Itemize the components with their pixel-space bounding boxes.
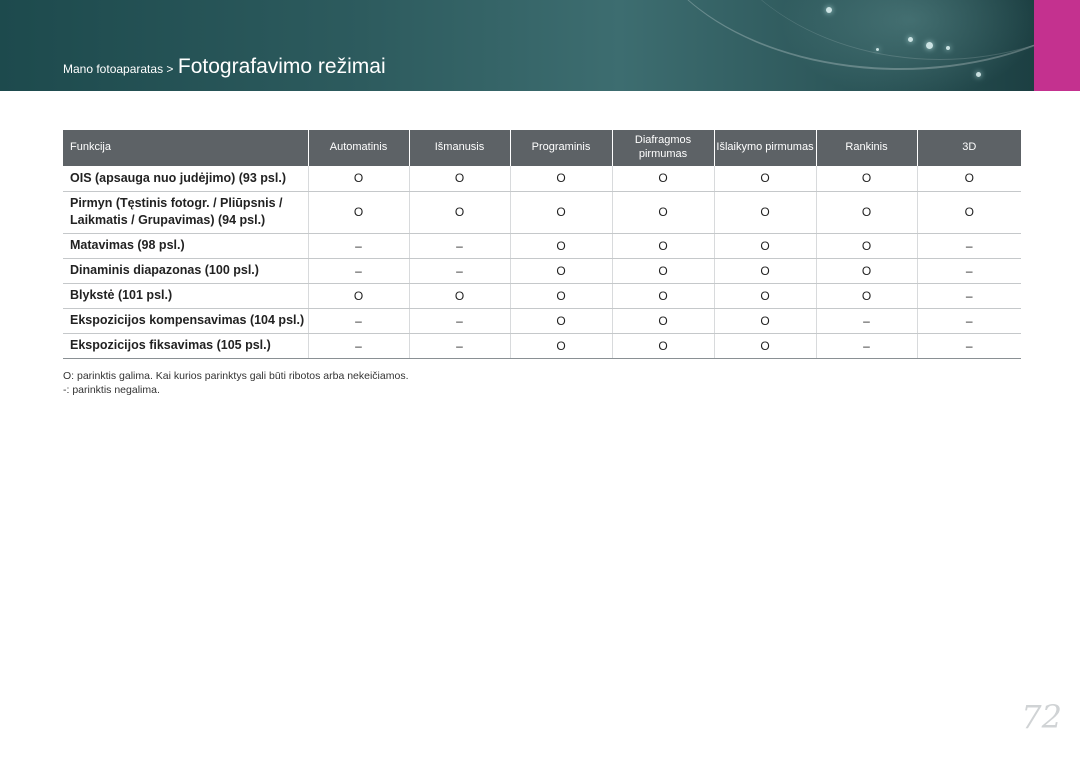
table-cell: O <box>611 191 714 234</box>
table-cell: O <box>408 283 510 309</box>
function-name: OIS (apsauga nuo judėjimo) (93 psl.) <box>63 166 308 192</box>
table-cell: O <box>916 191 1021 234</box>
col-header-rankinis: Rankinis <box>815 130 917 166</box>
table-cell: O <box>509 166 612 192</box>
page-title: Fotografavimo režimai <box>177 55 386 78</box>
table-cell: – <box>408 308 510 334</box>
shooting-modes-table: Funkcija Automatinis Išmanusis Programin… <box>63 130 1021 359</box>
table-cell: O <box>509 333 612 359</box>
col-header-ismanusis: Išmanusis <box>408 130 510 166</box>
table-cell: O <box>611 308 714 334</box>
table-row: Ekspozicijos fiksavimas (105 psl.) – – O… <box>63 333 1021 359</box>
col-header-automatinis: Automatinis <box>307 130 409 166</box>
table-cell: – <box>916 333 1021 359</box>
table-cell: O <box>713 166 816 192</box>
table-cell: O <box>509 258 612 284</box>
table-cell: – <box>408 233 510 259</box>
function-name: Blykstė (101 psl.) <box>63 283 308 309</box>
sparkle-dot <box>976 72 981 77</box>
table-cell: O <box>408 166 510 192</box>
table-cell: O <box>611 166 714 192</box>
table-cell: – <box>815 308 917 334</box>
table-cell: – <box>916 283 1021 309</box>
table-cell: – <box>307 333 409 359</box>
col-header-programinis: Programinis <box>509 130 612 166</box>
table-row: Dinaminis diapazonas (100 psl.) – – O O … <box>63 258 1021 284</box>
table-cell: O <box>611 258 714 284</box>
table-cell: O <box>916 166 1021 192</box>
col-header-diafragmos: Diafragmos pirmumas <box>611 130 714 166</box>
table-cell: O <box>611 233 714 259</box>
page-header-banner: Mano fotoaparatas > Fotografavimo režima… <box>0 0 1034 91</box>
table-cell: O <box>509 283 612 309</box>
sparkle-dot <box>826 7 832 13</box>
table-cell: – <box>307 233 409 259</box>
table-cell: O <box>815 283 917 309</box>
table-footnotes: O: parinktis galima. Kai kurios parinkty… <box>63 369 409 397</box>
chapter-accent-tab <box>1034 0 1080 91</box>
table-cell: – <box>815 333 917 359</box>
table-row: OIS (apsauga nuo judėjimo) (93 psl.) O O… <box>63 166 1021 192</box>
col-header-funkcija: Funkcija <box>63 130 308 166</box>
function-name: Ekspozicijos fiksavimas (105 psl.) <box>63 333 308 359</box>
table-cell: O <box>509 308 612 334</box>
table-cell: O <box>713 283 816 309</box>
table-header-row: Funkcija Automatinis Išmanusis Programin… <box>63 130 1021 166</box>
table-cell: – <box>916 308 1021 334</box>
footnote-available: O: parinktis galima. Kai kurios parinkty… <box>63 370 409 382</box>
function-name: Ekspozicijos kompensavimas (104 psl.) <box>63 308 308 334</box>
page-number: 72 <box>1021 698 1062 736</box>
sparkle-dot <box>946 46 950 50</box>
table-cell: O <box>815 166 917 192</box>
table-cell: – <box>916 233 1021 259</box>
table-cell: O <box>713 308 816 334</box>
function-name: Matavimas (98 psl.) <box>63 233 308 259</box>
sparkle-dot <box>926 42 933 49</box>
table-cell: O <box>815 191 917 234</box>
function-name: Pirmyn (Tęstinis fotogr. / Pliūpsnis / L… <box>63 191 308 234</box>
table-row: Blykstė (101 psl.) O O O O O O – <box>63 283 1021 309</box>
table-row: Ekspozicijos kompensavimas (104 psl.) – … <box>63 308 1021 334</box>
sparkle-dot <box>876 48 879 51</box>
col-header-3d: 3D <box>916 130 1021 166</box>
table-cell: O <box>611 283 714 309</box>
table-cell: – <box>307 258 409 284</box>
table-cell: O <box>509 191 612 234</box>
table-cell: O <box>713 191 816 234</box>
table-cell: O <box>815 258 917 284</box>
sparkle-dot <box>908 37 913 42</box>
table-cell: O <box>509 233 612 259</box>
col-header-islaikymo: Išlaikymo pirmumas <box>713 130 816 166</box>
table-cell: O <box>815 233 917 259</box>
table-cell: – <box>307 308 409 334</box>
table-cell: O <box>408 191 510 234</box>
table-cell: O <box>611 333 714 359</box>
table-cell: O <box>713 333 816 359</box>
footnote-unavailable: -: parinktis negalima. <box>63 384 160 396</box>
table-cell: – <box>916 258 1021 284</box>
table-row: Pirmyn (Tęstinis fotogr. / Pliūpsnis / L… <box>63 191 1021 234</box>
breadcrumb: Mano fotoaparatas > Fotografavimo režima… <box>63 55 386 79</box>
table-cell: O <box>307 283 409 309</box>
function-name: Dinaminis diapazonas (100 psl.) <box>63 258 308 284</box>
breadcrumb-parent[interactable]: Mano fotoaparatas > <box>63 62 173 76</box>
table-row: Matavimas (98 psl.) – – O O O O – <box>63 233 1021 259</box>
table-cell: – <box>408 258 510 284</box>
table-cell: – <box>408 333 510 359</box>
table-cell: O <box>307 191 409 234</box>
table-cell: O <box>713 233 816 259</box>
table-cell: O <box>713 258 816 284</box>
table-cell: O <box>307 166 409 192</box>
